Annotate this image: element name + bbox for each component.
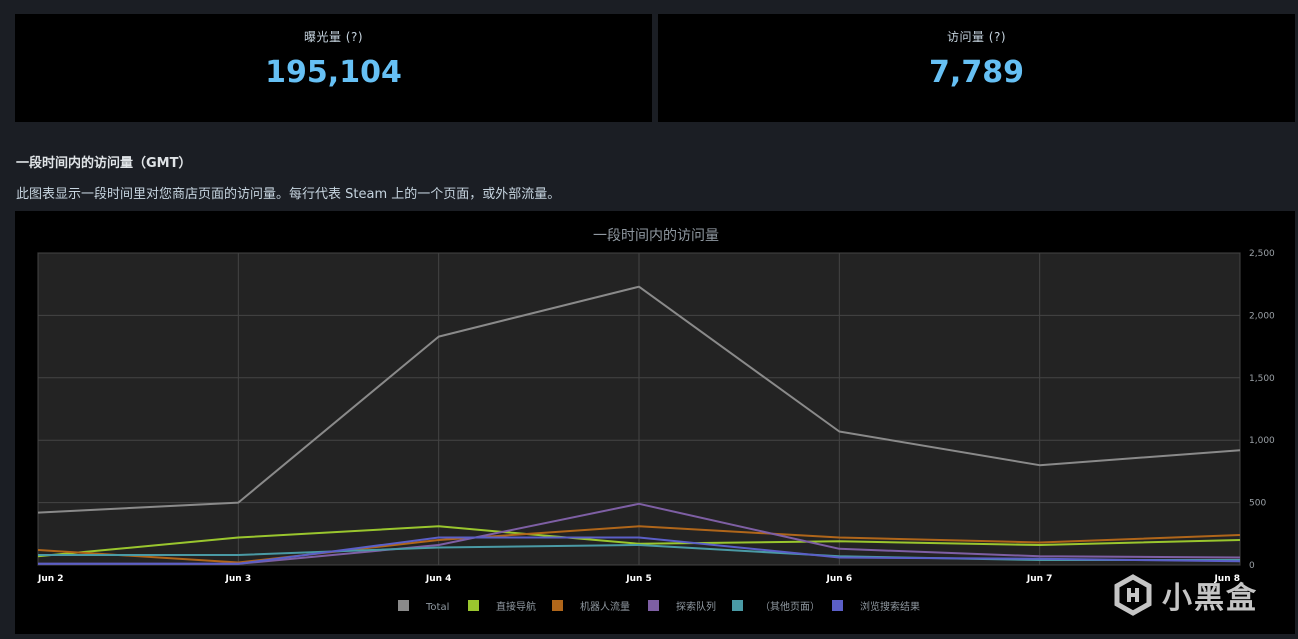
watermark-text: 小黑盒 — [1162, 581, 1258, 616]
section-title: 一段时间内的访问量（GMT） — [16, 156, 192, 171]
y-tick-label: 500 — [1249, 499, 1266, 509]
y-tick-label: 2,000 — [1249, 311, 1275, 321]
visits-card: 访问量 (?) 7,789 — [658, 14, 1295, 122]
visits-value: 7,789 — [929, 55, 1024, 90]
y-tick-label: 1,500 — [1249, 374, 1275, 384]
heybox-logo-icon — [1114, 574, 1152, 616]
legend-label: 直接导航 — [496, 600, 536, 613]
legend-label: 机器人流量 — [580, 600, 630, 613]
y-tick-label: 2,500 — [1249, 249, 1275, 259]
x-tick-label: Jun 7 — [1026, 574, 1053, 584]
impressions-label[interactable]: 曝光量 (?) — [304, 28, 363, 45]
x-tick-label: Jun 6 — [826, 574, 853, 584]
y-tick-label: 1,000 — [1249, 436, 1275, 446]
y-tick-label: 0 — [1249, 561, 1255, 571]
impressions-value: 195,104 — [265, 55, 402, 90]
x-tick-label: Jun 4 — [425, 574, 452, 584]
chart-title: 一段时间内的访问量 — [593, 228, 719, 244]
stats-row: 曝光量 (?) 195,104 访问量 (?) 7,789 — [15, 14, 1295, 122]
legend-swatch — [832, 600, 843, 611]
chart-svg: 一段时间内的访问量 0 500 1,000 1,500 2,000 2,500 Jun 2 Ju… — [37, 228, 1275, 613]
legend-swatch — [552, 600, 563, 611]
x-tick-label: Jun 3 — [225, 574, 252, 584]
x-tick-label: Jun 2 — [37, 574, 64, 584]
legend-label: Total — [425, 602, 449, 613]
legend-swatch — [732, 600, 743, 611]
visits-chart: 一段时间内的访问量 0 500 1,000 1,500 2,000 2,500 Jun 2 Ju… — [15, 211, 1295, 634]
legend-swatch — [398, 600, 409, 611]
watermark: 小黑盒 — [1112, 573, 1258, 617]
section-description: 此图表显示一段时间里对您商店页面的访问量。每行代表 Steam 上的一个页面，或… — [16, 187, 561, 202]
impressions-card: 曝光量 (?) 195,104 — [15, 14, 652, 122]
legend-swatch — [648, 600, 659, 611]
x-tick-label: Jun 5 — [625, 574, 652, 584]
legend-label: （其他页面） — [760, 600, 820, 613]
visits-label[interactable]: 访问量 (?) — [947, 28, 1006, 45]
legend-label: 探索队列 — [676, 600, 716, 613]
legend-swatch — [468, 600, 479, 611]
legend-label: 浏览搜索结果 — [860, 600, 920, 613]
